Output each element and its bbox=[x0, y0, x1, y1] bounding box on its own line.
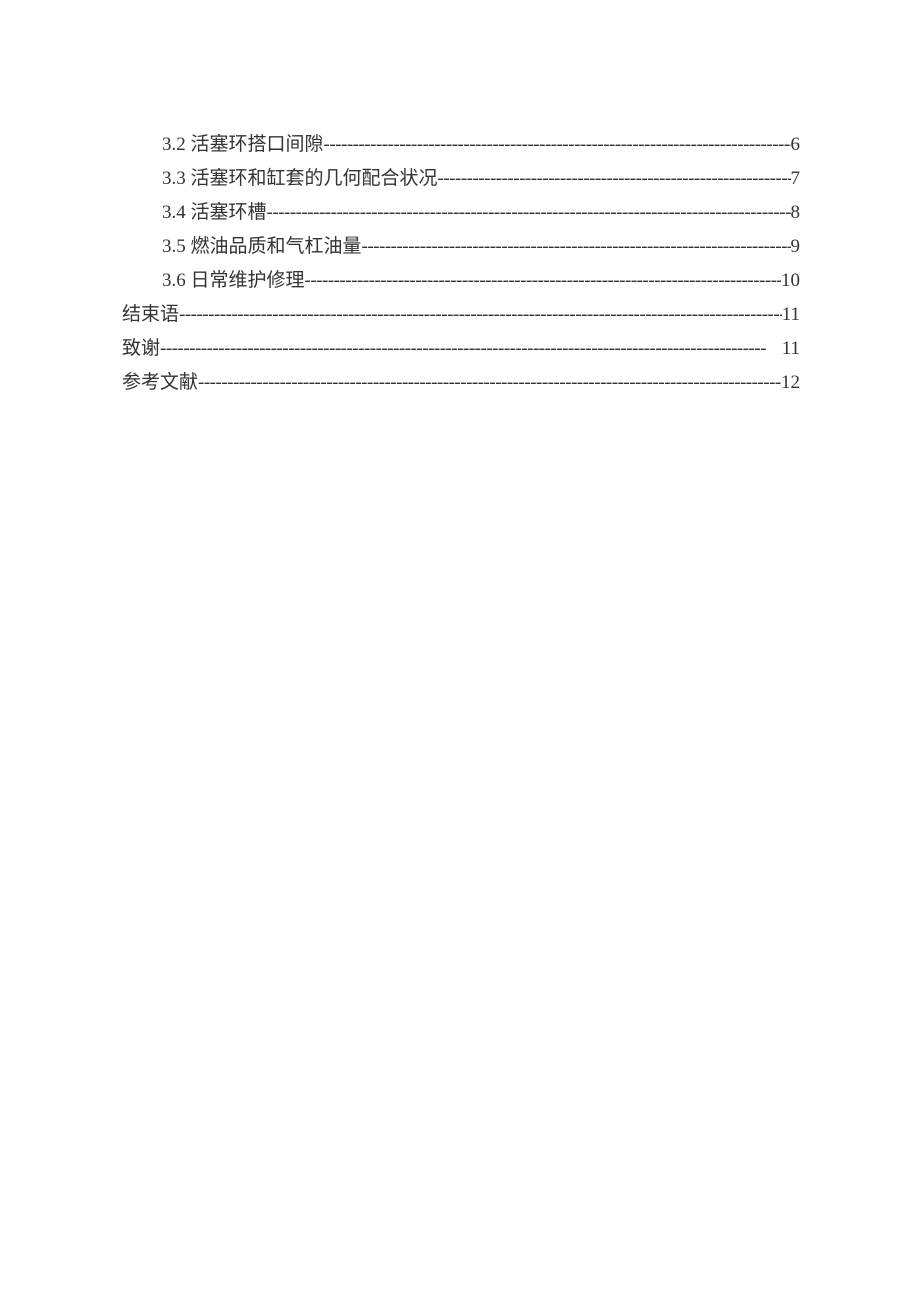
toc-leader: ----------------------------------------… bbox=[438, 162, 791, 196]
toc-leader: ----------------------------------------… bbox=[267, 196, 791, 230]
toc-entry: 3.2 活塞环搭口间隙-----------------------------… bbox=[122, 128, 800, 162]
toc-label: 3.2 活塞环搭口间隙 bbox=[162, 128, 324, 162]
toc-leader: ----------------------------------------… bbox=[179, 298, 782, 332]
toc-label: 致谢 bbox=[122, 332, 160, 366]
toc-entry: 致谢--------------------------------------… bbox=[122, 332, 800, 366]
toc-page-number: 11 bbox=[782, 298, 800, 332]
toc-label: 3.4 活塞环槽 bbox=[162, 196, 267, 230]
toc-page-number: 10 bbox=[781, 264, 800, 298]
toc-entry: 3.3 活塞环和缸套的几何配合状况-----------------------… bbox=[122, 162, 800, 196]
toc-label: 3.3 活塞环和缸套的几何配合状况 bbox=[162, 162, 438, 196]
toc-entry: 3.4 活塞环槽--------------------------------… bbox=[122, 196, 800, 230]
toc-page-number: 9 bbox=[791, 230, 801, 264]
toc-page-number: 8 bbox=[791, 196, 801, 230]
toc-label: 参考文献 bbox=[122, 366, 198, 400]
toc-page-number: 6 bbox=[791, 128, 801, 162]
toc-leader: ----------------------------------------… bbox=[198, 366, 781, 400]
toc-leader: ----------------------------------------… bbox=[324, 128, 791, 162]
toc-entry: 结束语-------------------------------------… bbox=[122, 298, 800, 332]
toc-page-number: 12 bbox=[781, 366, 800, 400]
toc-label: 3.5 燃油品质和气杠油量 bbox=[162, 230, 362, 264]
toc-leader: ----------------------------------------… bbox=[362, 230, 791, 264]
toc-leader: ----------------------------------------… bbox=[160, 332, 782, 366]
toc-label: 3.6 日常维护修理 bbox=[162, 264, 305, 298]
toc-label: 结束语 bbox=[122, 298, 179, 332]
table-of-contents: 3.2 活塞环搭口间隙-----------------------------… bbox=[122, 128, 800, 400]
toc-entry: 3.5 燃油品质和气杠油量---------------------------… bbox=[122, 230, 800, 264]
toc-leader: ----------------------------------------… bbox=[305, 264, 781, 298]
toc-page-number: 11 bbox=[782, 332, 800, 366]
toc-page-number: 7 bbox=[791, 162, 801, 196]
toc-entry: 参考文献------------------------------------… bbox=[122, 366, 800, 400]
toc-entry: 3.6 日常维护修理------------------------------… bbox=[122, 264, 800, 298]
